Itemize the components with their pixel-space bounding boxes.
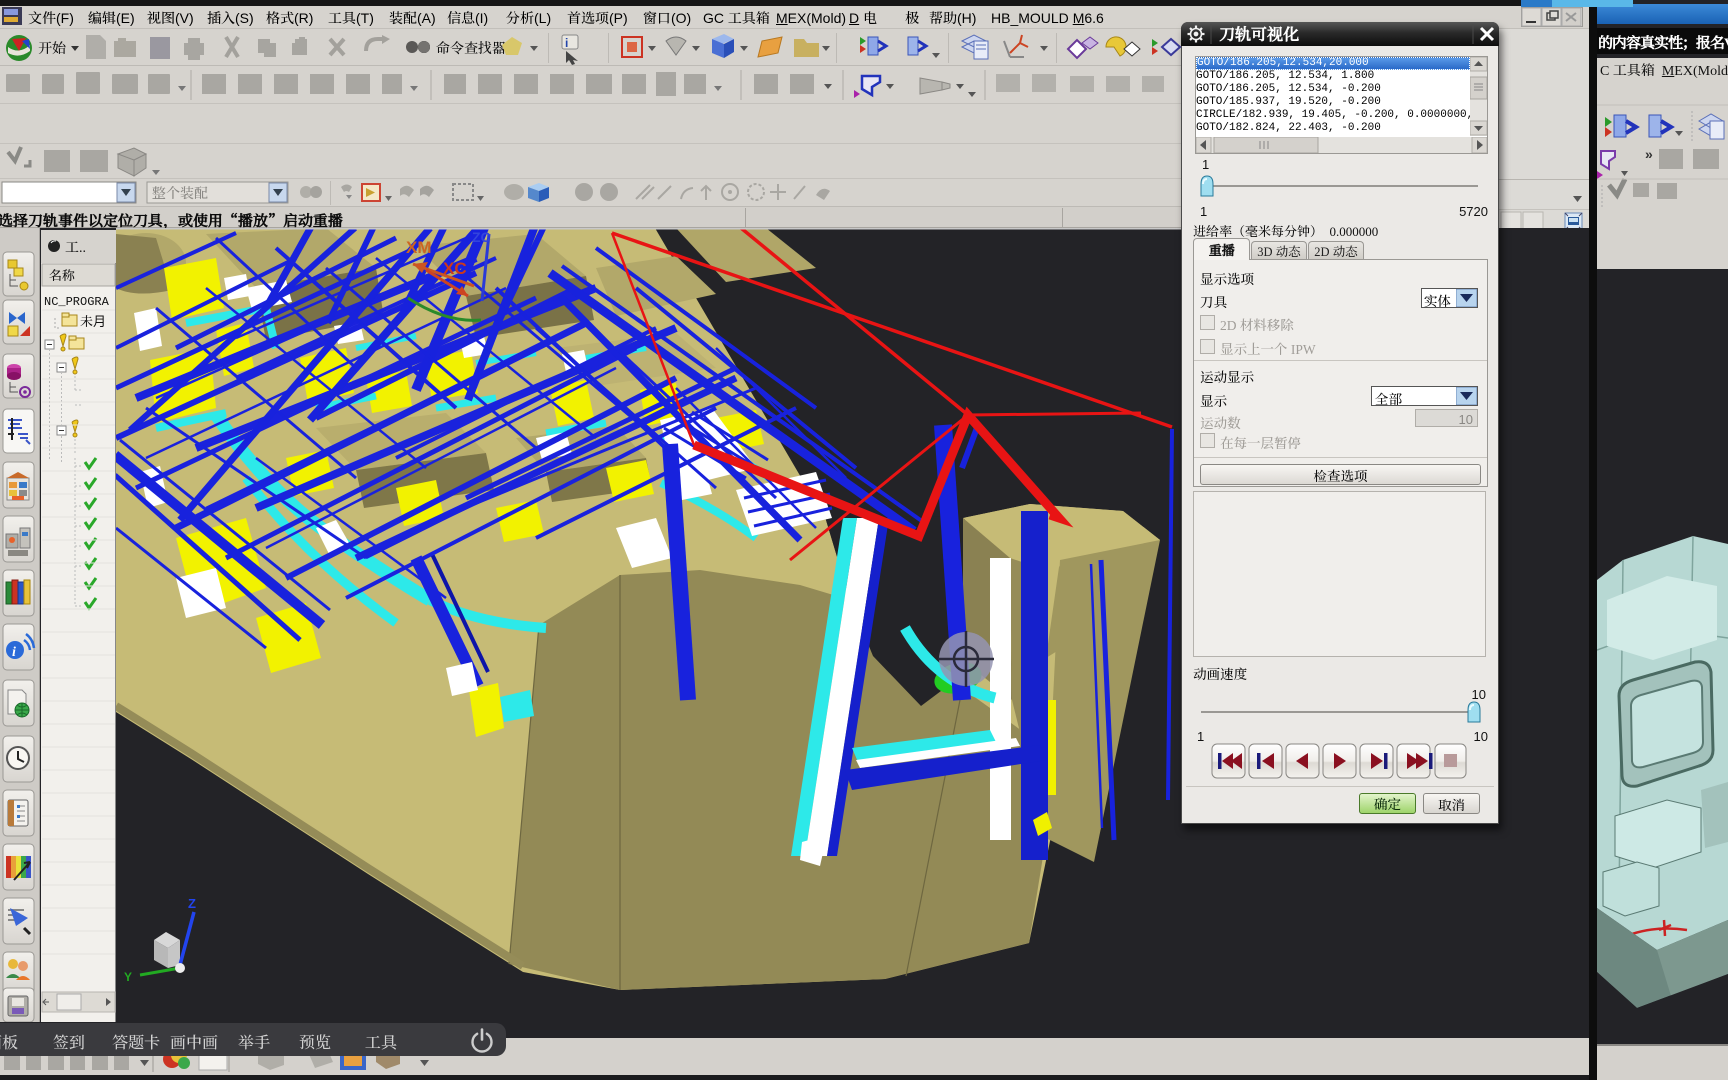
svg-text:ZC: ZC [472, 229, 491, 245]
svg-text:刀轨可视化: 刀轨可视化 [1219, 22, 1299, 45]
svg-text:Y: Y [124, 968, 132, 985]
svg-text:i: i [12, 645, 16, 660]
svg-text:整个装配: 整个装配 [152, 183, 208, 203]
svg-text:命令查找器: 命令查找器 [436, 38, 506, 58]
svg-text:XM: XM [406, 238, 432, 257]
svg-text:Z: Z [188, 893, 196, 912]
svg-text:工..: 工.. [65, 237, 86, 257]
svg-text:未月: 未月 [80, 311, 106, 330]
svg-text:i: i [565, 34, 568, 51]
svg-text:名称: 名称 [49, 265, 76, 284]
svg-text:开始: 开始 [38, 38, 66, 58]
svg-text:»: » [1645, 144, 1653, 164]
svg-text:NC_PROGRA: NC_PROGRA [44, 295, 110, 309]
svg-text:XC: XC [443, 259, 467, 278]
